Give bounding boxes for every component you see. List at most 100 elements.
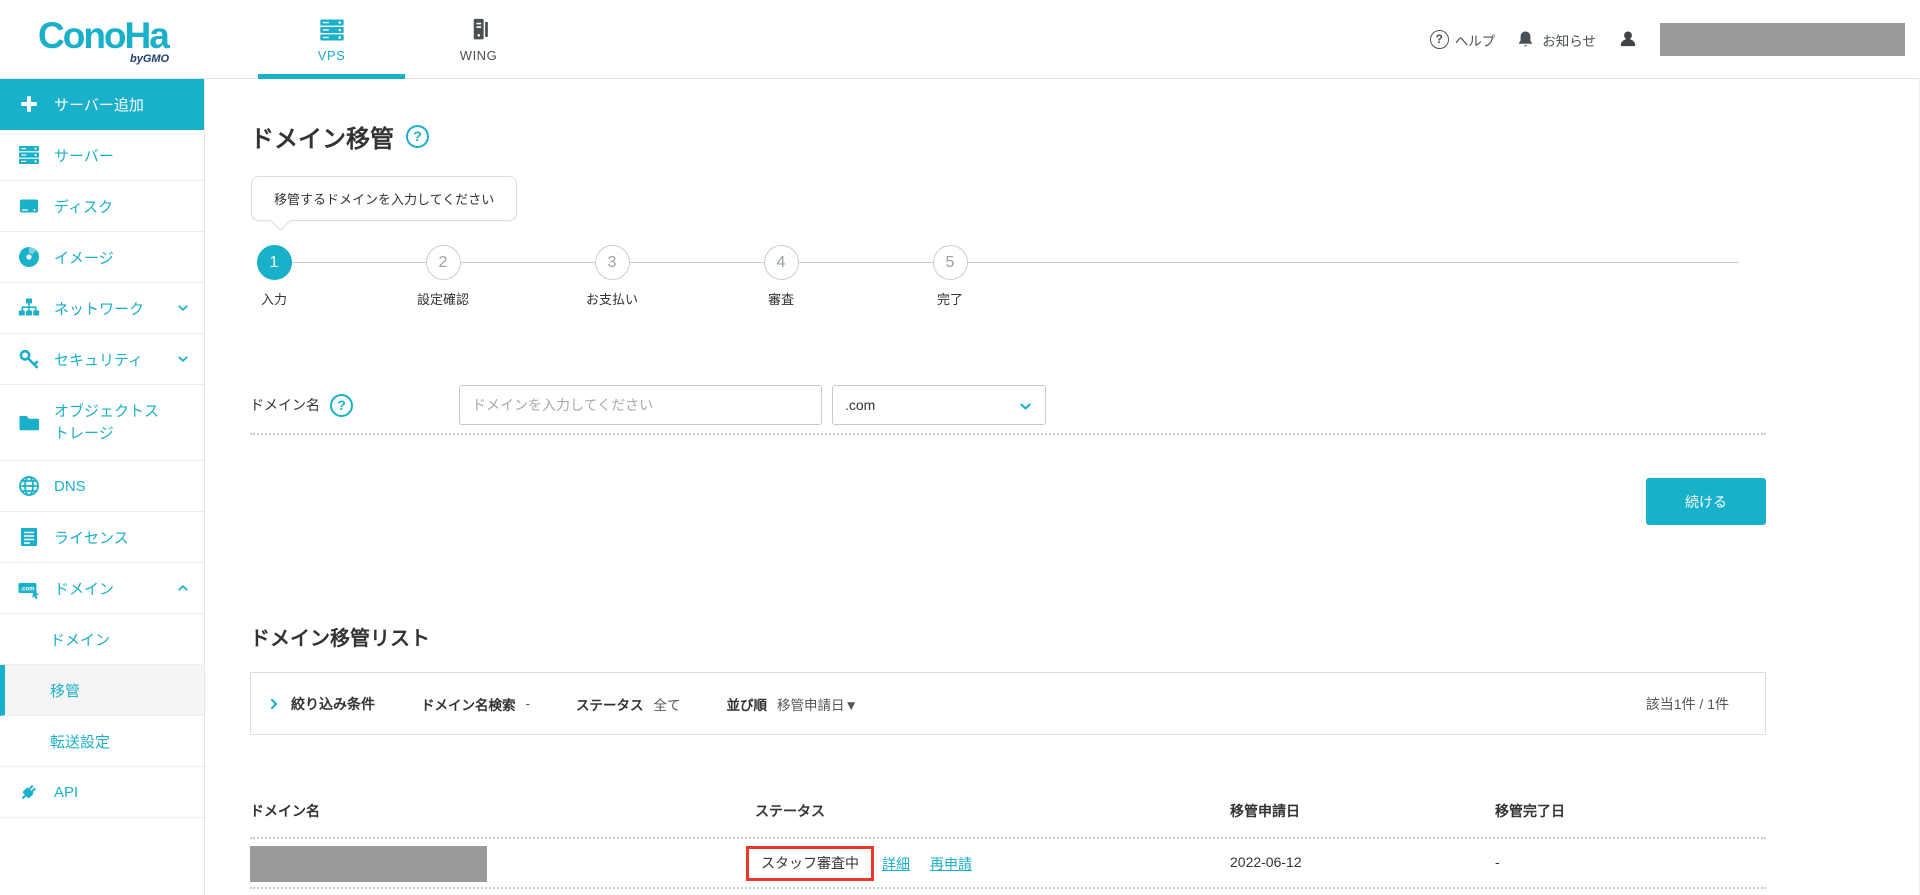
question-icon[interactable] xyxy=(406,125,429,148)
key-icon xyxy=(19,349,39,369)
filter-value: - xyxy=(525,696,531,711)
help-label: ヘルプ xyxy=(1454,33,1496,49)
step-1-input: 1 入力 xyxy=(229,245,319,308)
filter-toggle-label: 絞り込み条件 xyxy=(291,695,375,712)
sidebar-subitem-domain[interactable]: ドメイン xyxy=(0,614,204,665)
chevron-down-icon xyxy=(1020,403,1031,410)
domain-form-row: ドメイン名 .com xyxy=(250,379,1766,431)
document-icon xyxy=(21,528,37,546)
server-icon xyxy=(319,19,344,41)
step-label: 入力 xyxy=(260,292,287,307)
main-content: ドメイン移管 移管するドメインを入力してください 1 入力 2 設定確認 3 お… xyxy=(206,79,1920,895)
chevron-down-icon xyxy=(178,305,188,311)
sidebar-subitem-forwarding[interactable]: 転送設定 xyxy=(0,716,204,767)
header-actions: ヘルプ お知らせ xyxy=(1429,0,1905,79)
step-circle: 2 xyxy=(425,245,461,280)
filter-sort[interactable]: 並び順 移管申請日▼ xyxy=(727,694,858,714)
redacted-domain-name xyxy=(250,846,487,882)
chevron-down-icon xyxy=(178,356,188,362)
continue-button[interactable]: 続ける xyxy=(1646,478,1766,525)
step-circle: 1 xyxy=(256,245,292,280)
progress-stepper: 1 入力 2 設定確認 3 お支払い 4 審査 5 完了 xyxy=(250,245,1810,315)
sidebar-item-network[interactable]: ネットワーク xyxy=(0,283,204,334)
server-icon xyxy=(19,146,39,164)
domain-name-label: ドメイン名 xyxy=(250,385,353,425)
conoha-logo[interactable]: ConoHa byGMO xyxy=(38,11,208,67)
table-header: ドメイン名 ステータス 移管申請日 移管完了日 xyxy=(206,801,1919,821)
help-button[interactable]: ヘルプ xyxy=(1429,30,1496,50)
transfer-list-title: ドメイン移管リスト xyxy=(250,628,430,650)
chevron-right-icon xyxy=(270,698,278,709)
disc-icon xyxy=(19,247,39,267)
sidebar-item-label: オブジェクトストレージ xyxy=(54,402,160,442)
sidebar-item-label: DNS xyxy=(54,477,86,495)
sidebar-item-image[interactable]: イメージ xyxy=(0,232,204,283)
folder-icon xyxy=(19,415,39,430)
step-circle: 4 xyxy=(763,245,799,280)
sidebar-item-label: ネットワーク xyxy=(54,300,145,318)
sidebar-item-label: サーバー xyxy=(54,147,114,165)
step-label: お支払い xyxy=(585,292,638,307)
chevron-up-icon xyxy=(178,585,188,591)
divider xyxy=(250,433,1766,435)
step-5-done: 5 完了 xyxy=(905,245,995,308)
filter-label: ステータス xyxy=(576,697,644,713)
disk-icon xyxy=(20,199,38,213)
domain-input[interactable] xyxy=(459,385,822,425)
col-status: ステータス xyxy=(755,803,825,819)
step-tooltip: 移管するドメインを入力してください xyxy=(251,176,518,221)
sidebar-item-license[interactable]: ライセンス xyxy=(0,512,204,563)
filter-domain-search: ドメイン名検索 - xyxy=(421,694,530,714)
tld-select[interactable]: .com xyxy=(832,385,1046,425)
filter-toggle[interactable]: 絞り込み条件 xyxy=(267,694,375,714)
network-icon xyxy=(18,298,40,316)
step-label: 完了 xyxy=(936,292,963,307)
sidebar-item-label: サーバー追加 xyxy=(54,96,144,114)
step-label: 審査 xyxy=(767,292,794,307)
sidebar-item-label: ドメイン xyxy=(50,631,111,649)
question-icon[interactable] xyxy=(330,393,353,417)
page-title: ドメイン移管 xyxy=(250,119,429,154)
sidebar-item-security[interactable]: セキュリティ xyxy=(0,334,204,385)
bell-icon xyxy=(1519,31,1533,47)
sidebar-item-label: ライセンス xyxy=(54,529,129,547)
sidebar-item-disk[interactable]: ディスク xyxy=(0,181,204,232)
account-icon[interactable] xyxy=(1616,28,1640,52)
apply-date-value: 2022-06-12 xyxy=(1230,854,1302,870)
complete-date-value: - xyxy=(1495,854,1500,870)
divider xyxy=(250,837,1766,839)
sidebar-item-dns[interactable]: DNS xyxy=(0,461,204,512)
filter-label: 並び順 xyxy=(726,697,768,713)
top-header: ConoHa byGMO VPS WING ヘルプ お知らせ xyxy=(0,0,1920,80)
tld-selected-value: .com xyxy=(845,397,876,413)
sidebar-item-label: 移管 xyxy=(50,682,81,700)
sidebar-nav: サーバー追加 サーバー ディスク イメージ ネットワーク セキュリティ オブジェ… xyxy=(0,79,205,895)
tab-vps-label: VPS xyxy=(317,48,346,63)
tower-icon xyxy=(473,18,488,40)
notifications-button[interactable]: お知らせ xyxy=(1515,29,1596,50)
sidebar-subitem-transfer[interactable]: 移管 xyxy=(0,665,204,716)
result-count: 該当1件 / 1件 xyxy=(1645,695,1729,712)
plus-icon xyxy=(21,96,37,112)
sidebar-item-label: イメージ xyxy=(54,249,114,267)
filter-status: ステータス 全て xyxy=(576,694,681,714)
step-circle: 3 xyxy=(594,245,630,280)
redacted-account-name xyxy=(1660,23,1905,56)
stepper-line xyxy=(274,262,1739,263)
step-4-review: 4 審査 xyxy=(736,245,826,308)
sidebar-item-object-storage[interactable]: オブジェクトストレージ xyxy=(0,385,204,461)
sidebar-item-server[interactable]: サーバー xyxy=(0,130,204,181)
sidebar-item-label: ディスク xyxy=(54,198,113,216)
sidebar-item-domain[interactable]: .com ドメイン xyxy=(0,563,204,614)
tab-wing[interactable]: WING xyxy=(405,0,552,79)
reapply-link[interactable]: 再申請 xyxy=(930,854,972,874)
sidebar-item-label: ドメイン xyxy=(54,580,115,598)
sidebar-item-api[interactable]: API xyxy=(0,767,204,818)
sidebar-item-label: 転送設定 xyxy=(50,733,111,751)
sort-value: 移管申請日▼ xyxy=(777,697,858,713)
tab-vps[interactable]: VPS xyxy=(258,0,405,80)
detail-link[interactable]: 詳細 xyxy=(882,854,910,874)
filter-label: ドメイン名検索 xyxy=(421,697,516,713)
col-apply-date: 移管申請日 xyxy=(1230,803,1300,819)
sidebar-item-add-server[interactable]: サーバー追加 xyxy=(0,79,204,130)
